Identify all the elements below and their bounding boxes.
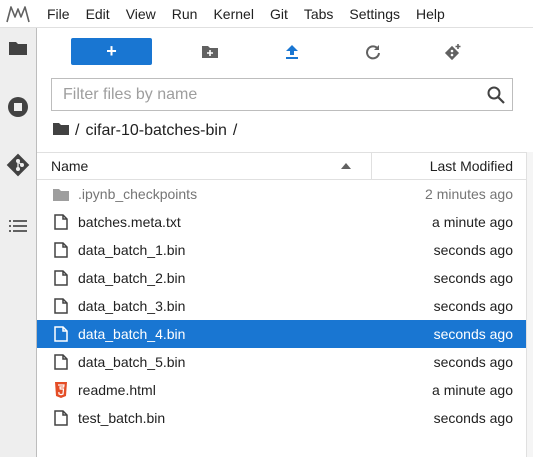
list-item[interactable]: .ipynb_checkpoints 2 minutes ago: [37, 180, 526, 208]
file-modified: seconds ago: [433, 326, 513, 342]
new-launcher-button[interactable]: +: [71, 38, 152, 65]
folder-icon: [53, 186, 69, 202]
upload-icon[interactable]: [280, 40, 304, 64]
sidebar-git-tab[interactable]: [0, 149, 36, 185]
file-modified: seconds ago: [433, 270, 513, 286]
file-browser-toolbar: +: [37, 34, 533, 66]
menu-tabs[interactable]: Tabs: [296, 0, 342, 28]
breadcrumb: / cifar-10-batches-bin /: [53, 120, 237, 142]
file-name: data_batch_5.bin: [78, 354, 186, 370]
file-name: batches.meta.txt: [78, 214, 181, 230]
sort-ascending-icon: [341, 163, 351, 169]
menu-bar: File Edit View Run Kernel Git Tabs Setti…: [0, 0, 533, 28]
running-stop-icon: [7, 96, 29, 123]
file-name: test_batch.bin: [78, 410, 166, 426]
menu-settings[interactable]: Settings: [341, 0, 408, 28]
breadcrumb-separator: /: [75, 122, 80, 139]
column-header-name[interactable]: Name: [37, 153, 372, 179]
breadcrumb-item[interactable]: cifar-10-batches-bin: [85, 122, 226, 140]
git-clone-icon[interactable]: [441, 40, 465, 64]
file-name: data_batch_1.bin: [78, 242, 186, 258]
file-icon: [53, 270, 69, 286]
file-name: data_batch_2.bin: [78, 270, 186, 286]
filter-box: [51, 78, 513, 111]
file-icon: [53, 326, 69, 342]
breadcrumb-separator: /: [232, 122, 238, 139]
home-folder-icon[interactable]: [53, 122, 69, 140]
file-icon: [53, 298, 69, 314]
list-item[interactable]: data_batch_3.bin seconds ago: [37, 292, 526, 320]
column-header-last-modified[interactable]: Last Modified: [430, 153, 513, 179]
jupyter-logo-icon: [0, 0, 36, 28]
folder-icon: [8, 40, 28, 61]
git-icon: [6, 153, 30, 182]
html5-icon: [53, 382, 69, 398]
list-item-selected[interactable]: data_batch_4.bin seconds ago: [37, 320, 526, 348]
file-name: readme.html: [78, 382, 156, 398]
file-name: data_batch_3.bin: [78, 298, 186, 314]
file-modified: a minute ago: [432, 214, 513, 230]
file-modified: seconds ago: [433, 242, 513, 258]
column-header-name-label: Name: [51, 158, 89, 174]
filter-input[interactable]: [52, 79, 472, 110]
list-item[interactable]: readme.html a minute ago: [37, 376, 526, 404]
listing-header: Name Last Modified: [37, 152, 526, 180]
file-name: data_batch_4.bin: [78, 326, 186, 342]
file-icon: [53, 354, 69, 370]
menu-run[interactable]: Run: [164, 0, 206, 28]
menu-kernel[interactable]: Kernel: [205, 0, 261, 28]
file-modified: 2 minutes ago: [425, 186, 513, 202]
list-item[interactable]: data_batch_2.bin seconds ago: [37, 264, 526, 292]
file-icon: [53, 242, 69, 258]
list-item[interactable]: data_batch_1.bin seconds ago: [37, 236, 526, 264]
scrollbar[interactable]: [526, 152, 533, 457]
sidebar-toc-tab[interactable]: [0, 210, 36, 246]
list-item[interactable]: test_batch.bin seconds ago: [37, 404, 526, 432]
table-of-contents-icon: [8, 218, 28, 239]
file-icon: [53, 410, 69, 426]
menu-git[interactable]: Git: [262, 0, 296, 28]
menu-edit[interactable]: Edit: [78, 0, 118, 28]
plus-label: +: [106, 41, 117, 61]
list-item[interactable]: batches.meta.txt a minute ago: [37, 208, 526, 236]
menu-file[interactable]: File: [36, 0, 78, 28]
file-modified: seconds ago: [433, 298, 513, 314]
new-folder-icon[interactable]: [198, 40, 222, 64]
menu-help[interactable]: Help: [408, 0, 453, 28]
file-browser-panel: + / cifar-10-batches-bin /: [37, 28, 533, 457]
file-modified: seconds ago: [433, 354, 513, 370]
refresh-icon[interactable]: [361, 40, 385, 64]
list-item[interactable]: data_batch_5.bin seconds ago: [37, 348, 526, 376]
menu-view[interactable]: View: [118, 0, 164, 28]
file-modified: a minute ago: [432, 382, 513, 398]
sidebar-running-tab[interactable]: [0, 91, 36, 127]
sidebar-file-browser-tab[interactable]: [0, 32, 36, 68]
left-sidebar: [0, 28, 37, 457]
search-icon: [486, 85, 506, 105]
file-modified: seconds ago: [433, 410, 513, 426]
file-list: .ipynb_checkpoints 2 minutes ago batches…: [37, 180, 526, 432]
file-name: .ipynb_checkpoints: [78, 186, 198, 202]
file-icon: [53, 214, 69, 230]
